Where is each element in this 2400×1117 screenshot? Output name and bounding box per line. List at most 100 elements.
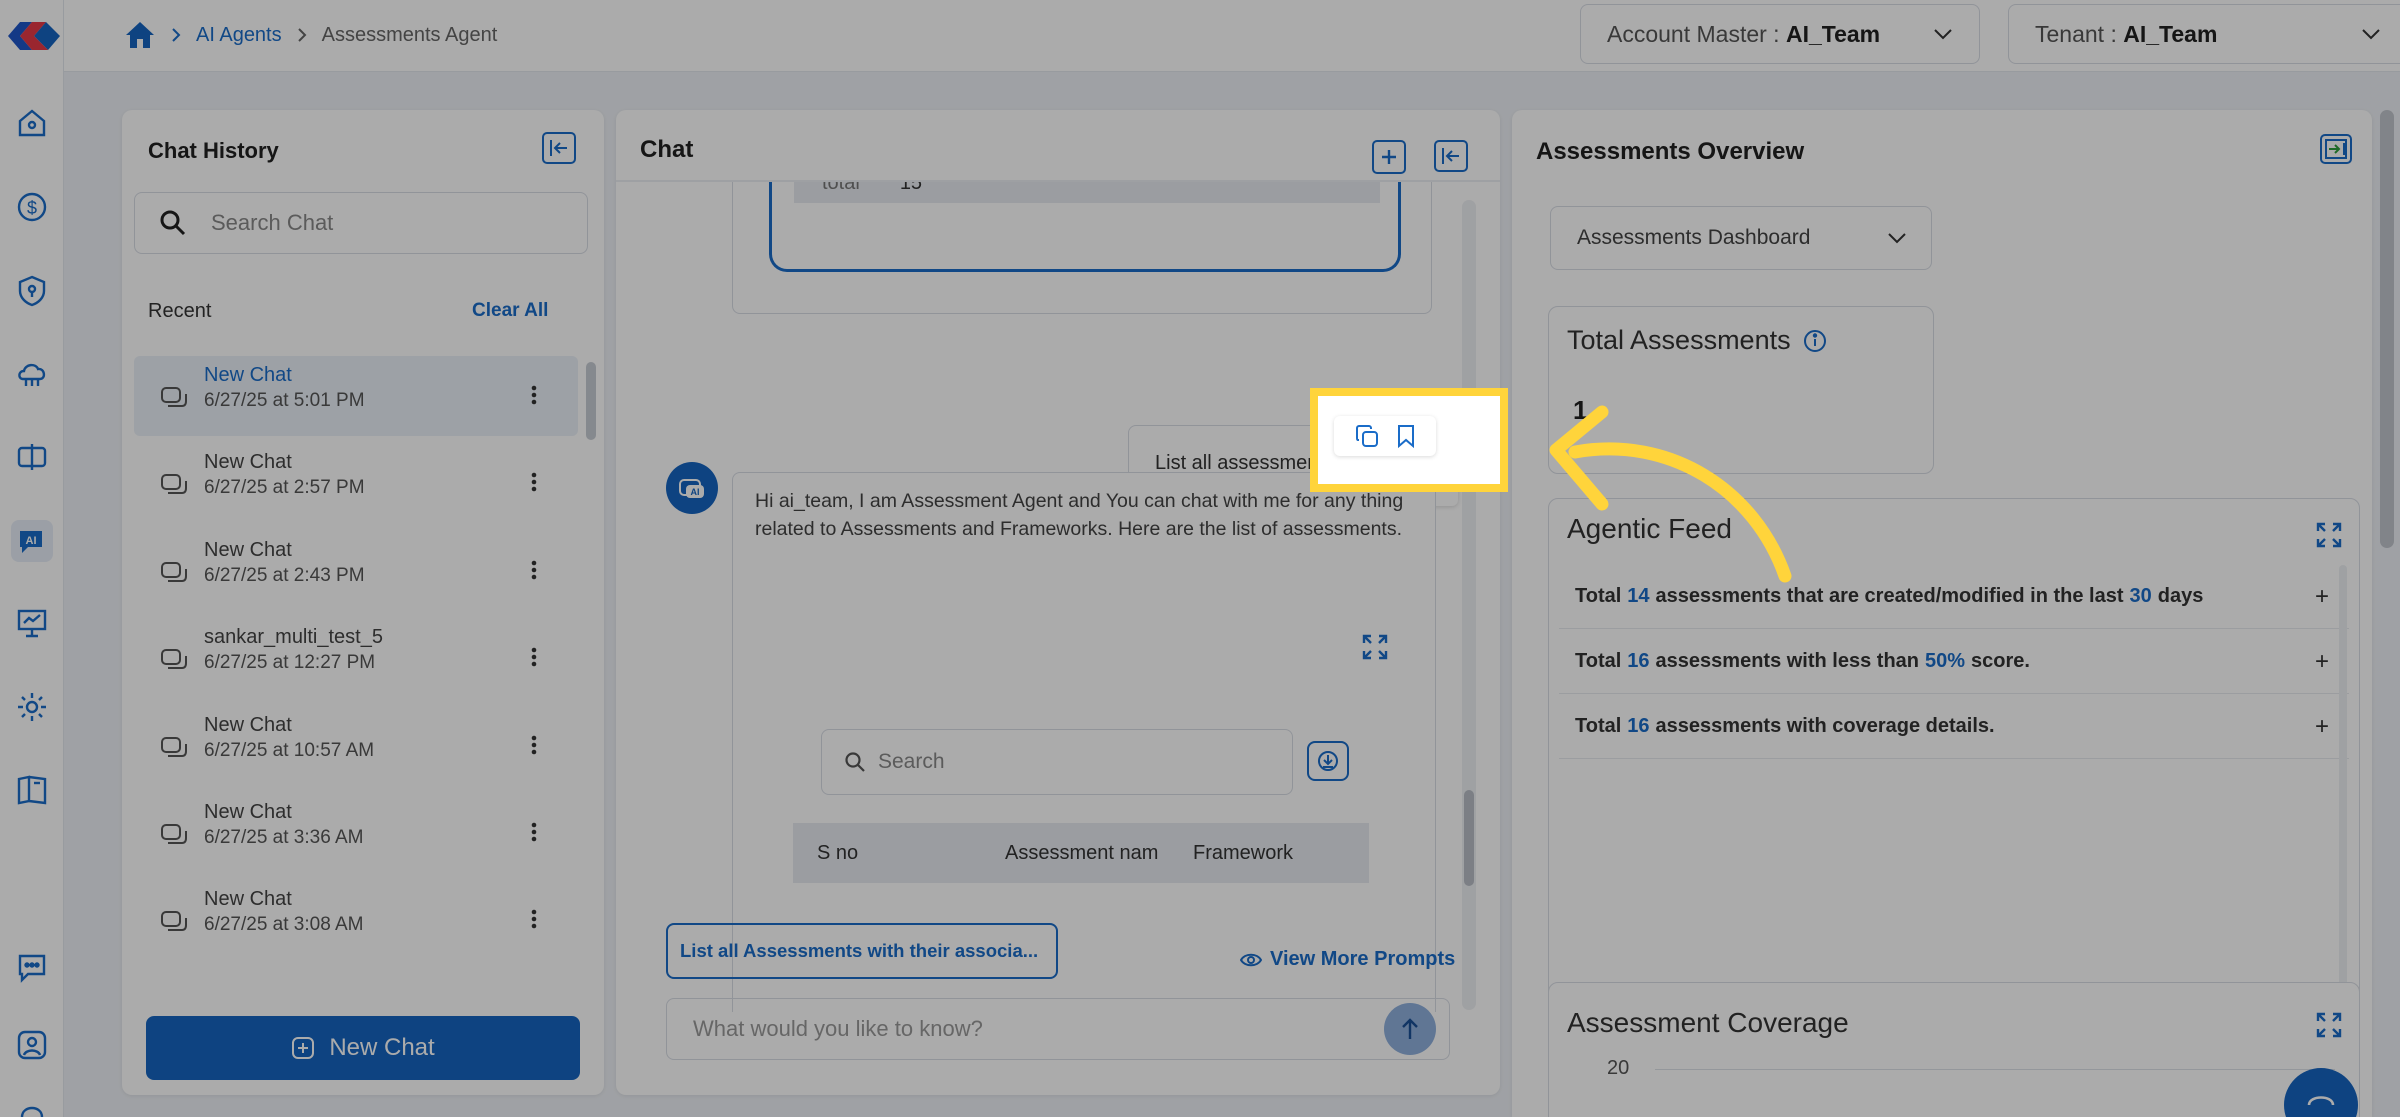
more-vertical-icon[interactable] <box>530 471 538 493</box>
history-item[interactable]: New Chat 6/27/25 at 3:36 AM <box>134 793 578 873</box>
history-scrollbar[interactable] <box>586 362 596 440</box>
history-item-time: 6/27/25 at 12:27 PM <box>204 652 376 673</box>
more-vertical-icon[interactable] <box>530 559 538 581</box>
view-more-prompts-link[interactable]: View More Prompts <box>1240 948 1455 971</box>
copy-icon[interactable] <box>1354 423 1380 449</box>
dashboard-select-value: Assessments Dashboard <box>1577 226 1811 249</box>
send-button[interactable] <box>1384 1003 1436 1055</box>
presentation-nav-icon[interactable] <box>11 602 53 644</box>
total-assessments-header: Total Assessments <box>1567 325 1827 356</box>
feed-item[interactable]: Total 16 assessments with less than 50% scor… <box>1559 630 2349 694</box>
breadcrumb-ai-agents[interactable]: AI Agents <box>196 24 282 47</box>
more-vertical-icon[interactable] <box>530 908 538 930</box>
expand-icon[interactable] <box>2315 521 2343 549</box>
ai-agents-nav-icon[interactable]: AI <box>11 520 53 562</box>
feed-item[interactable]: Total 16 assessments with coverage details… <box>1559 695 2349 759</box>
clear-all-link[interactable]: Clear All <box>472 300 548 322</box>
chat-icon <box>160 561 188 587</box>
feed-item-number: 50% <box>1925 650 1966 672</box>
chat-icon <box>160 910 188 936</box>
new-conversation-button[interactable] <box>1372 140 1406 174</box>
chevron-down-icon <box>2361 28 2381 40</box>
profile-nav-icon[interactable] <box>11 1024 53 1066</box>
expand-feed-item-icon[interactable]: + <box>2315 713 2329 741</box>
download-button[interactable] <box>1307 741 1349 781</box>
billing-nav-icon[interactable]: $ <box>11 186 53 228</box>
collapse-chat-button[interactable] <box>1434 140 1468 172</box>
expand-feed-item-icon[interactable]: + <box>2315 648 2329 676</box>
book-nav-icon[interactable] <box>11 768 53 810</box>
home-icon[interactable] <box>124 20 156 50</box>
history-item[interactable]: sankar_multi_test_5 6/27/25 at 12:27 PM <box>134 618 578 698</box>
svg-text:AI: AI <box>26 535 37 547</box>
account-master-select[interactable]: Account Master : AI_Team <box>1580 4 1980 64</box>
history-item-time: 6/27/25 at 3:36 AM <box>204 827 364 848</box>
agent-message-text: Hi ai_team, I am Assessment Agent and Yo… <box>755 490 1404 540</box>
summary-total-label: total <box>822 182 860 194</box>
svg-text:AI: AI <box>691 487 700 497</box>
chat-icon <box>160 823 188 849</box>
page-scrollbar[interactable] <box>2380 110 2394 548</box>
message-input[interactable]: What would you like to know? <box>666 998 1450 1060</box>
coverage-axis-tick: 20 <box>1607 1057 1630 1079</box>
chat-search-placeholder: Search Chat <box>211 210 334 235</box>
history-item[interactable]: New Chat 6/27/25 at 10:57 AM <box>134 706 578 786</box>
recent-label: Recent <box>148 300 212 322</box>
table-header-sno: S no <box>817 842 859 864</box>
new-chat-button[interactable]: New Chat <box>146 1016 580 1080</box>
search-icon <box>844 751 866 773</box>
tenant-select[interactable]: Tenant : AI_Team <box>2008 4 2400 64</box>
top-header: AI Agents Assessments Agent Account Mast… <box>64 0 2400 72</box>
chat-icon <box>160 473 188 499</box>
support-nav-icon[interactable] <box>11 1094 53 1117</box>
tenant-value: AI_Team <box>2123 20 2218 47</box>
assessments-table-header: S no Assessment nam Framework <box>793 823 1369 883</box>
agent-avatar: AI <box>666 462 718 514</box>
assessments-overview-panel: Assessments Overview Assessments Dashboa… <box>1512 110 2372 1117</box>
feed-item-text: assessments with coverage details. <box>1655 715 1995 737</box>
suggested-prompt-chip[interactable]: List all Assessments with their associa.… <box>666 923 1058 979</box>
dashboard-select[interactable]: Assessments Dashboard <box>1550 206 1932 270</box>
history-item[interactable]: New Chat 6/27/25 at 3:08 AM <box>134 880 578 960</box>
table-search-placeholder: Search <box>878 750 945 773</box>
table-search-field[interactable]: Search <box>821 729 1293 795</box>
shield-nav-icon[interactable] <box>11 270 53 312</box>
brand-logo[interactable] <box>2 16 62 56</box>
tenant-text: Tenant : AI_Team <box>2035 21 2217 48</box>
table-header-assessment-name: Assessment nam <box>1005 842 1159 864</box>
chat-scrollbar-thumb[interactable] <box>1464 790 1474 886</box>
history-item[interactable]: New Chat 6/27/25 at 2:43 PM <box>134 531 578 611</box>
chevron-right-icon <box>170 26 182 44</box>
expand-feed-item-icon[interactable]: + <box>2315 583 2329 611</box>
more-vertical-icon[interactable] <box>530 646 538 668</box>
history-item[interactable]: New Chat 6/27/25 at 2:57 PM <box>134 443 578 523</box>
summary-table-frame: total 15 <box>769 182 1401 272</box>
bookmark-icon[interactable] <box>1396 423 1416 449</box>
expand-icon[interactable] <box>1361 633 1389 661</box>
info-icon[interactable] <box>1803 329 1827 353</box>
chat-panel: Chat total 15 List all assessments AI Hi… <box>616 110 1500 1095</box>
collapse-history-button[interactable] <box>542 132 576 164</box>
previous-agent-bubble: total 15 <box>732 182 1432 314</box>
new-chat-label: New Chat <box>329 1034 435 1061</box>
tenant-label: Tenant : <box>2035 20 2117 47</box>
settings-nav-icon[interactable] <box>11 686 53 728</box>
more-vertical-icon[interactable] <box>530 821 538 843</box>
chevron-down-icon <box>1933 28 1953 40</box>
highlighted-message-actions <box>1334 416 1436 456</box>
compare-nav-icon[interactable] <box>11 436 53 478</box>
cloud-nav-icon[interactable] <box>11 352 53 394</box>
more-vertical-icon[interactable] <box>530 384 538 406</box>
expand-panel-button[interactable] <box>2320 134 2352 164</box>
chat-search-field[interactable]: Search Chat <box>134 192 588 254</box>
chat-title: Chat <box>640 136 694 163</box>
home-nav-icon[interactable] <box>11 102 53 144</box>
plus-square-icon <box>291 1036 315 1060</box>
history-item-time: 6/27/25 at 2:57 PM <box>204 477 365 498</box>
expand-icon[interactable] <box>2315 1011 2343 1039</box>
history-item[interactable]: New Chat 6/27/25 at 5:01 PM <box>134 356 578 436</box>
feedback-nav-icon[interactable] <box>11 946 53 988</box>
chat-icon <box>160 736 188 762</box>
more-vertical-icon[interactable] <box>530 734 538 756</box>
chat-scroll-area: total 15 List all assessments AI Hi ai_t… <box>616 182 1476 1012</box>
